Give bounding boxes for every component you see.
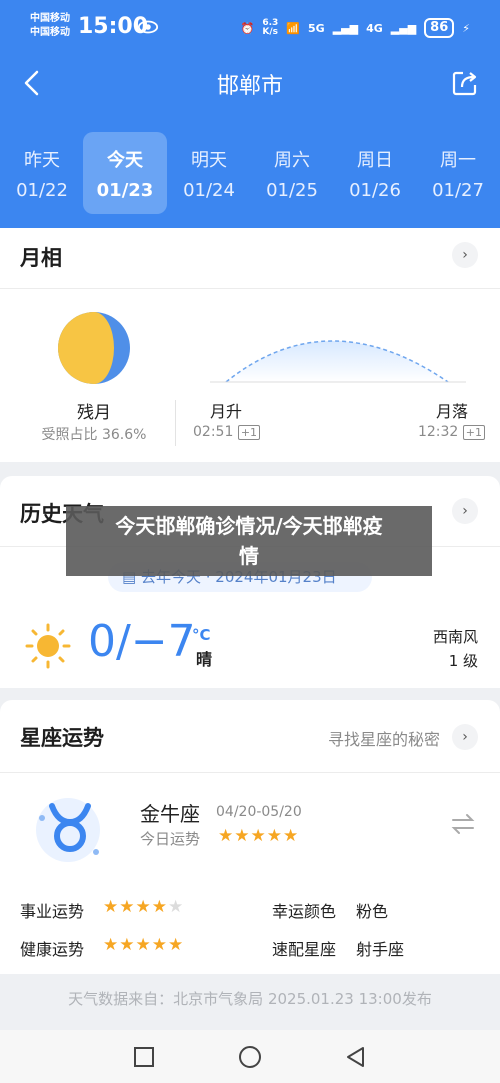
recents-icon[interactable] xyxy=(131,1044,157,1070)
tab-date: 01/25 xyxy=(266,180,318,201)
carrier-2: 中国移动 xyxy=(30,27,70,38)
moon-title: 月相 xyxy=(20,246,62,270)
chevron-right-icon: › xyxy=(462,503,468,519)
tab-yesterday[interactable]: 昨天 01/22 xyxy=(0,132,84,214)
moonset-next-day-tag: +1 xyxy=(462,424,485,440)
moonset-time: 12:32 +1 xyxy=(418,424,485,440)
overlay-line-2: 情 xyxy=(239,544,259,568)
lucky-color-label: 幸运颜色 xyxy=(272,902,337,921)
tab-day: 今天 xyxy=(107,150,143,171)
overlay-line-1: 今天邯郸确诊情况/今天邯郸疫 xyxy=(115,514,383,538)
tab-date: 01/22 xyxy=(16,180,68,201)
moon-more-button[interactable]: › xyxy=(452,242,478,268)
data-source-note: 天气数据来自：北京市气象局 2025.01.23 13:00发布 xyxy=(68,990,432,1008)
moon-illumination: 受照占比 36.6% xyxy=(41,427,147,443)
tab-tomorrow[interactable]: 明天 01/24 xyxy=(167,132,251,214)
moonrise-next-day-tag: +1 xyxy=(237,424,261,440)
moonset-label: 月落 xyxy=(435,402,468,421)
wifi-icon: 📶 xyxy=(286,21,301,35)
tab-today[interactable]: 今天 01/23 xyxy=(83,132,167,214)
match-sign-label: 速配星座 xyxy=(272,940,337,959)
chevron-right-icon: › xyxy=(462,247,468,263)
history-temp: 0/−7 xyxy=(88,616,196,667)
tab-day: 明天 xyxy=(191,150,227,171)
moonrise-time: 02:51 +1 xyxy=(193,424,261,440)
city-title: 邯郸市 xyxy=(216,74,283,99)
date-tabs: 昨天 01/22 今天 01/23 明天 01/24 周六 01/25 周日 0… xyxy=(0,110,500,228)
network-4g: 4G xyxy=(366,21,383,35)
lucky-color-value: 粉色 xyxy=(356,902,389,921)
network-5g: 5G xyxy=(308,21,325,35)
moonrise-time-value: 02:51 xyxy=(193,424,234,440)
temp-unit: °C xyxy=(192,626,211,644)
horoscope-link[interactable]: 寻找星座的秘密 xyxy=(328,726,440,750)
tab-date: 01/26 xyxy=(349,180,401,201)
moonset-time-value: 12:32 xyxy=(417,424,459,440)
sign-name: 金牛座 xyxy=(140,802,200,826)
article-title-overlay: 今天邯郸确诊情况/今天邯郸疫 情 xyxy=(66,506,432,576)
tab-saturday[interactable]: 周六 01/25 xyxy=(250,132,334,214)
carrier-info: 中国移动 中国移动 xyxy=(30,12,70,40)
app-header: 邯郸市 xyxy=(0,56,500,110)
sign-date-range: 04/20-05/20 xyxy=(216,804,302,820)
chevron-right-icon: › xyxy=(462,729,468,745)
horoscope-card: 星座运势 寻找星座的秘密 › 金牛座 04/20-05/20 今日运势 ★★★★… xyxy=(0,700,500,974)
career-label: 事业运势 xyxy=(20,902,85,921)
divider xyxy=(0,772,500,773)
career-stars: ★★★★★ xyxy=(103,897,184,917)
signal-icon: ▂▄▆ xyxy=(332,21,359,35)
eye-icon xyxy=(137,20,159,34)
sun-icon xyxy=(25,623,71,669)
divider xyxy=(0,288,500,289)
tab-date: 01/23 xyxy=(96,180,154,201)
moon-phase-icon xyxy=(58,312,130,384)
status-icons: ⏰ 6.3 K/s 📶 5G ▂▄▆ 4G ▂▄▆ 86 ⚡ xyxy=(241,16,470,40)
tab-day: 昨天 xyxy=(24,150,60,171)
wind-level: 1 级 xyxy=(448,652,478,670)
history-condition: 晴 xyxy=(196,650,213,669)
share-icon[interactable] xyxy=(450,68,480,98)
health-stars: ★★★★★ xyxy=(103,935,185,955)
health-label: 健康运势 xyxy=(20,940,85,959)
tab-sunday[interactable]: 周日 01/26 xyxy=(333,132,417,214)
tab-date: 01/27 xyxy=(432,180,484,201)
horoscope-more-button[interactable]: › xyxy=(452,724,478,750)
back-icon[interactable] xyxy=(343,1044,369,1070)
moonrise-label: 月升 xyxy=(210,402,243,421)
tab-monday[interactable]: 周一 01/27 xyxy=(416,132,500,214)
signal-icon-2: ▂▄▆ xyxy=(390,21,417,35)
status-bar: 中国移动 中国移动 15:00 ⏰ 6.3 K/s 📶 5G ▂▄▆ 4G ▂▄… xyxy=(0,0,500,56)
system-nav-bar xyxy=(0,1030,500,1083)
alarm-icon: ⏰ xyxy=(240,21,255,35)
home-icon[interactable] xyxy=(237,1044,263,1070)
net-speed: 6.3 K/s xyxy=(262,18,279,37)
carrier-1: 中国移动 xyxy=(30,13,70,24)
charging-icon: ⚡ xyxy=(462,21,470,35)
tab-day: 周一 xyxy=(440,150,476,171)
tab-day: 周六 xyxy=(274,150,310,171)
battery-indicator: 86 xyxy=(424,18,455,38)
tab-day: 周日 xyxy=(357,150,393,171)
taurus-icon xyxy=(36,798,100,862)
tab-date: 01/24 xyxy=(183,180,235,201)
horoscope-title: 星座运势 xyxy=(20,726,104,750)
swap-icon[interactable] xyxy=(450,812,476,836)
today-fortune-stars: ★★★★★ xyxy=(218,826,300,846)
vertical-divider xyxy=(175,400,176,446)
moon-arc xyxy=(210,340,466,383)
moon-phase-name: 残月 xyxy=(77,403,111,423)
history-more-button[interactable]: › xyxy=(452,498,478,524)
match-sign-value: 射手座 xyxy=(356,940,405,959)
moon-phase-card: 月相 › 残月 受照占比 36.6% 月升 02:51 +1 月落 12:32 … xyxy=(0,228,500,462)
wind-direction: 西南风 xyxy=(432,628,478,646)
today-fortune-label: 今日运势 xyxy=(140,830,201,848)
